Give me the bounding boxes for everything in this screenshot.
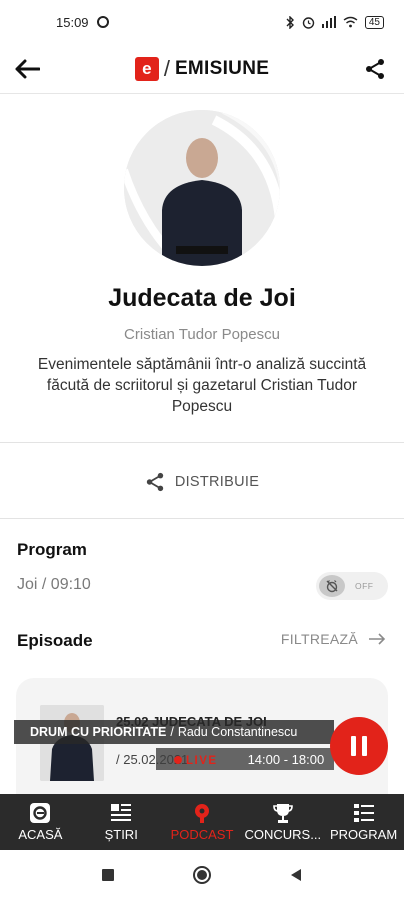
show-host-avatar [124,110,280,266]
triangle-back-icon [291,869,301,881]
back-button[interactable] [8,50,46,88]
share-button[interactable] [356,50,394,88]
trophy-icon [272,804,293,823]
nav-label-program: PROGRAM [330,827,398,842]
show-title: Judecata de Joi [108,284,296,312]
nav-label-podcast: PODCAST [170,827,234,842]
player-show-name: DRUM CU PRIORITATE [30,725,167,739]
notification-toggle[interactable]: OFF [316,572,388,600]
share-icon [146,472,163,492]
square-icon [102,869,114,881]
home-logo-icon [30,803,51,823]
arrow-right-icon [369,633,386,645]
show-description: Evenimentele săptămânii într-o analiză s… [37,356,367,415]
live-info-row: LIVE 14:00 - 18:00 [156,748,334,770]
nav-label-news: ȘTIRI [104,827,138,842]
toggle-knob [319,575,345,597]
bluetooth-icon [286,15,294,29]
filter-label: FILTREAZĂ [280,631,358,647]
alarm-off-icon [326,580,338,593]
battery-icon: 45 [364,15,384,29]
brand-header: e / EMISIUNE [134,55,270,82]
page-title: EMISIUNE [174,57,270,79]
divider [0,442,404,443]
signal-icon [321,16,336,28]
show-host: Cristian Tudor Popescu [124,326,280,343]
live-time-range: 14:00 - 18:00 [247,751,325,767]
app-notification-icon [96,16,109,28]
share-icon [366,59,384,79]
distribute-label: DISTRIBUIE [174,474,260,490]
episodes-heading: Episoade [17,631,93,650]
title-separator: / [163,55,170,81]
app-bar: e / EMISIUNE [0,44,404,94]
recent-apps-button[interactable] [96,863,120,887]
nav-item-program[interactable]: PROGRAM [323,794,404,850]
pause-icon [351,736,367,756]
divider [0,518,404,519]
wifi-icon [343,16,358,28]
toggle-state-label: OFF [355,581,374,591]
alarm-icon [302,16,315,29]
live-dot-icon [174,755,182,764]
status-time: 15:09 [56,14,89,30]
program-heading: Program [17,540,87,559]
player-host: Radu Constantinescu [177,725,298,739]
program-schedule: Joi / 09:10 [17,576,91,593]
circle-icon [193,866,211,884]
system-back-button[interactable] [284,863,308,887]
pause-button[interactable] [330,717,388,775]
status-bar: 15:09 45 [0,0,404,44]
distribute-button[interactable]: DISTRIBUIE [0,462,404,502]
filter-button[interactable]: FILTREAZĂ [281,631,386,647]
arrow-left-icon [15,59,40,79]
live-indicator: LIVE [174,752,218,767]
news-icon [111,804,132,821]
schedule-icon [353,804,374,822]
brand-logo: e [134,56,159,81]
nav-item-podcast[interactable]: PODCAST [162,794,243,850]
nav-item-home[interactable]: ACASĂ [0,794,81,850]
nav-item-news[interactable]: ȘTIRI [81,794,162,850]
nav-label-contests: CONCURS... [244,827,322,842]
system-navigation-bar [0,850,404,900]
podcast-icon [194,804,209,823]
nav-item-contests[interactable]: CONCURS... [242,794,323,850]
player-separator: / [170,725,174,739]
live-player-bar[interactable]: DRUM CU PRIORITATE / Radu Constantinescu [14,720,334,744]
home-button[interactable] [190,863,214,887]
bottom-navigation: ACASĂ ȘTIRI PODCAST CONCURS... PROGRAM [0,794,404,850]
nav-label-home: ACASĂ [18,827,63,842]
host-portrait-image [124,110,280,266]
